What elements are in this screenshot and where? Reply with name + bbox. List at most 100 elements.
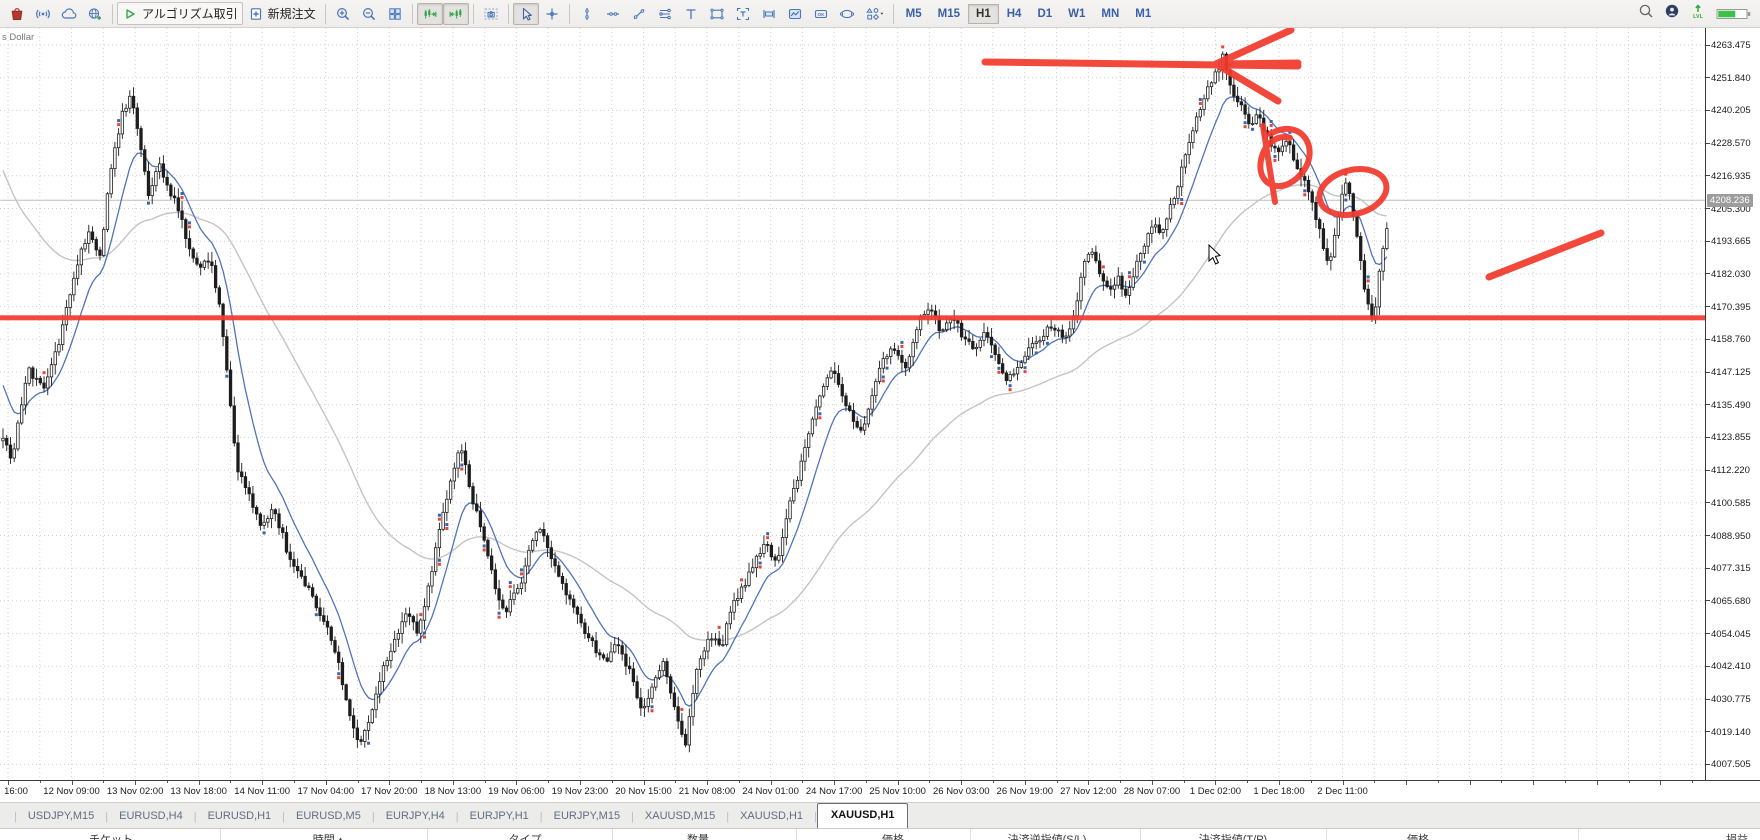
support-line-annotation[interactable] [0, 315, 1705, 321]
trendline-button[interactable] [626, 3, 652, 25]
expert-advisor-button[interactable]: OK [808, 3, 834, 25]
symbol-watermark: s Dollar [2, 32, 35, 43]
price-axis[interactable]: 4208.236 4263.475 4251.840 4240.205 4228.57… [1706, 28, 1760, 780]
timeframe-d1[interactable]: D1 [1029, 4, 1060, 24]
positions-column-header[interactable]: タイプ [509, 831, 542, 840]
level-up-button[interactable]: LVL [1690, 3, 1706, 24]
price-axis-label: 4007.505 [1711, 759, 1751, 771]
price-tick [1706, 600, 1710, 602]
new-order-button[interactable]: 新規注文 [243, 2, 321, 25]
chart-tab-eurusd-h1[interactable]: EURUSD,H1 [197, 805, 283, 828]
positions-column-header[interactable]: 決済逆指値(S/L) [1008, 831, 1087, 840]
chart-tab-eurusd-m5[interactable]: EURUSD,M5 [285, 805, 372, 828]
time-tick [548, 781, 550, 783]
time-tick [1660, 781, 1662, 785]
positions-column-header[interactable]: 損益 [1726, 831, 1748, 840]
time-tick [834, 781, 836, 785]
zoom-in-button[interactable] [330, 3, 356, 25]
chart-tab-xauusd-m15[interactable]: XAUUSD,M15 [634, 805, 726, 828]
positions-column-header[interactable]: チケット [89, 831, 133, 840]
time-axis-label: 21 Nov 08:00 [678, 786, 736, 797]
positions-column-header[interactable]: 決済指値(T/P) [1199, 831, 1267, 840]
time-tick [389, 781, 391, 785]
chart-tab-usdjpy-m15[interactable]: USDJPY,M15 [17, 805, 105, 828]
time-tick [103, 781, 105, 783]
timeframe-w1[interactable]: W1 [1060, 4, 1093, 24]
positions-column-header[interactable]: 価格 [1407, 831, 1429, 840]
chart-tab-eurjpy-h4[interactable]: EURJPY,H4 [375, 805, 456, 828]
price-chart[interactable] [0, 28, 1760, 780]
chart-tab-eurjpy-h1[interactable]: EURJPY,H1 [459, 805, 540, 828]
chart-tab-xauusd-h1-active[interactable]: XAUUSD,H1 [816, 803, 909, 828]
ellipse-button[interactable] [834, 3, 860, 25]
time-tick [1596, 781, 1598, 785]
grid-layer [0, 28, 1705, 780]
chart-area[interactable]: s Dollar [0, 28, 1760, 780]
indicators-button[interactable] [782, 3, 808, 25]
time-axis-label: 24 Nov 17:00 [805, 786, 863, 797]
chart-tab-eurjpy-m15[interactable]: EURJPY,M15 [543, 805, 631, 828]
price-label-button[interactable] [756, 3, 782, 25]
annotations-layer[interactable] [0, 28, 1705, 321]
time-tick [421, 781, 423, 783]
zoom-out-icon [362, 7, 375, 20]
price-tick [1706, 306, 1710, 308]
cursor-button[interactable] [512, 2, 539, 25]
timeframe-m1[interactable]: M1 [1127, 4, 1159, 24]
zoom-in-icon [336, 7, 349, 20]
chart-tab-eurusd-h4[interactable]: EURUSD,H4 [108, 805, 194, 828]
price-tick [1706, 240, 1710, 242]
diagonal-stroke-annotation[interactable] [1485, 229, 1605, 281]
time-tick [643, 781, 645, 785]
text-label-button[interactable] [730, 3, 756, 25]
timeframe-h4[interactable]: H4 [999, 4, 1030, 24]
time-tick [1151, 781, 1153, 785]
text-button[interactable] [678, 3, 704, 25]
price-axis-label: 4100.585 [1711, 497, 1751, 509]
tile-windows-button[interactable] [382, 3, 408, 25]
price-tick [1706, 763, 1710, 765]
chart-tabs-bar: | USDJPY,M15 | EURUSD,H4 | EURUSD,H1 | EURUSD,M… [0, 802, 1760, 828]
positions-column-header[interactable]: 価格 [882, 831, 904, 840]
column-border [1140, 829, 1141, 840]
time-tick [1247, 781, 1249, 783]
left-arrow-annotation[interactable] [1212, 28, 1302, 105]
price-tick [1706, 273, 1710, 275]
rectangle-button[interactable] [704, 3, 730, 25]
signal-button[interactable] [30, 3, 56, 25]
zoom-out-button[interactable] [356, 3, 382, 25]
toolbar-separator [112, 3, 113, 24]
horizontal-line-button[interactable] [600, 3, 626, 25]
positions-table-header: チケット 時間 ▴ タイプ 数量 価格 決済逆指値(S/L) 決済指値(T/P) 価格 損益 [0, 828, 1760, 840]
screenshot-button[interactable] [478, 3, 504, 25]
timeframe-m5[interactable]: M5 [898, 4, 930, 24]
objects-dropdown-button[interactable] [860, 3, 889, 25]
indicators-icon [788, 8, 801, 19]
cloud-button[interactable] [56, 3, 82, 25]
svg-text:LVL: LVL [1693, 14, 1703, 19]
time-tick [929, 781, 931, 783]
timeframe-m15[interactable]: M15 [930, 4, 968, 24]
community-button[interactable] [82, 3, 108, 25]
auto-scroll-button[interactable] [416, 2, 443, 25]
time-axis-label: 19 Nov 23:00 [551, 786, 609, 797]
positions-column-header[interactable]: 時間 ▴ [313, 831, 344, 840]
chart-tab-xauusd-h1[interactable]: XAUUSD,H1 [729, 805, 814, 828]
price-tick [1706, 469, 1710, 471]
positions-column-header[interactable]: 数量 [687, 831, 709, 840]
algo-trading-button[interactable]: アルゴリズム取引 [117, 2, 243, 25]
time-axis-label: 20 Nov 15:00 [615, 786, 672, 797]
crosshair-button[interactable] [539, 3, 565, 25]
equidistant-channel-button[interactable] [652, 3, 678, 25]
time-axis[interactable]: 16:00 12 Nov 09:00 13 Nov 02:00 13 Nov 18:0… [0, 780, 1760, 803]
expert-advisor-icon: OK [814, 9, 827, 18]
chart-shift-button[interactable] [442, 2, 469, 25]
vertical-line-button[interactable] [574, 3, 600, 25]
price-axis-label: 4193.665 [1711, 236, 1751, 248]
timeframe-h1[interactable]: H1 [968, 3, 999, 24]
timeframe-mn[interactable]: MN [1093, 4, 1127, 24]
cursor-icon [522, 7, 532, 21]
market-bag-button[interactable] [4, 3, 30, 25]
search-button[interactable] [1638, 3, 1654, 24]
account-button[interactable] [1664, 3, 1680, 24]
